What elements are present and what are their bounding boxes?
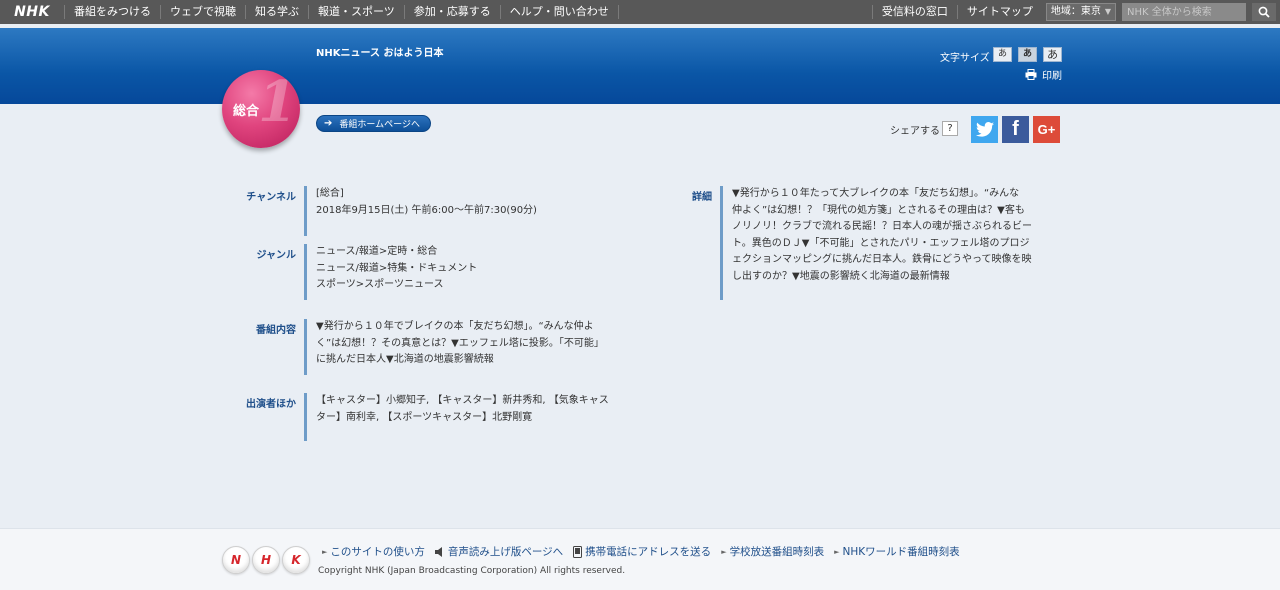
font-size-medium-button[interactable]: あ — [1018, 47, 1037, 62]
nhk-logo-letter: H — [252, 546, 280, 574]
section-divider — [304, 186, 307, 236]
nav-item-sitemap[interactable]: サイトマップ — [956, 5, 1042, 19]
footer-link-site-usage[interactable]: ► このサイトの使い方 — [322, 544, 425, 559]
search-button[interactable] — [1252, 3, 1276, 21]
channel-badge: 1 総合 — [222, 70, 300, 148]
chevron-down-icon: ▼ — [1104, 7, 1111, 16]
nav-item-reception-fee[interactable]: 受信料の窓口 — [871, 5, 957, 19]
details-info-value: ▼発行から１０年たって大ブレイクの本「友だち幻想」。“みんな 仲よく”は幻想！？… — [732, 188, 1032, 282]
nav-item-news-sports[interactable]: 報道・スポーツ — [308, 5, 404, 19]
details-info-label: 詳細 — [692, 192, 712, 203]
print-button[interactable]: 印刷 — [1025, 67, 1062, 82]
program-title: NHKニュース おはよう日本 — [316, 48, 444, 59]
font-size-label: 文字サイズ — [940, 53, 990, 64]
facebook-icon: f — [1012, 118, 1019, 140]
section-divider — [304, 319, 307, 375]
region-select[interactable]: 地域：東京 ▼ — [1045, 3, 1116, 21]
search-icon — [1258, 6, 1270, 18]
footer-nhk-logo[interactable]: N H K — [222, 546, 310, 574]
printer-icon — [1025, 69, 1037, 80]
nav-item-participate[interactable]: 参加・応募する — [403, 5, 500, 19]
nav-item-find-programs[interactable]: 番組をみつける — [64, 5, 160, 19]
top-navigation-bar: NHK 番組をみつける ウェブで視聴 知る学ぶ 報道・スポーツ 参加・応募する … — [0, 0, 1280, 24]
cast-info-value: 【キャスター】小郷知子, 【キャスター】新井秀和, 【気象キャス ター】南利幸,… — [316, 395, 609, 423]
section-divider — [304, 393, 307, 441]
copyright-text: Copyright NHK (Japan Broadcasting Corpor… — [318, 566, 626, 576]
nhk-logo-letter: N — [222, 546, 250, 574]
footer-links: ► このサイトの使い方 音声読み上げ版ページへ 携帯電話にアドレスを送る ► 学… — [322, 544, 960, 559]
footer — [0, 528, 1280, 590]
triangle-right-icon: ► — [322, 547, 328, 556]
nav-item-help[interactable]: ヘルプ・問い合わせ — [499, 5, 619, 19]
print-label: 印刷 — [1042, 71, 1062, 82]
share-help-button[interactable]: ? — [942, 121, 958, 136]
program-home-button[interactable]: ➔ 番組ホームページへ — [316, 115, 431, 132]
speaker-icon — [434, 546, 442, 557]
content-info-value: ▼発行から１０年でブレイクの本「友だち幻想」。“みんな仲よ く”は幻想！？その真… — [316, 321, 604, 365]
share-label: シェアする — [890, 126, 940, 137]
twitter-icon — [975, 122, 994, 137]
program-home-button-label: 番組ホームページへ — [339, 120, 420, 130]
genre-info-label: ジャンル — [256, 250, 297, 261]
footer-link-send-to-mobile[interactable]: 携帯電話にアドレスを送る — [573, 544, 711, 559]
section-divider — [304, 244, 307, 300]
nhk-logo[interactable]: NHK — [0, 0, 64, 24]
font-size-small-button[interactable]: あ — [993, 47, 1012, 62]
triangle-right-icon: ► — [834, 547, 840, 556]
googleplus-icon: G+ — [1037, 122, 1056, 137]
nav-item-learn[interactable]: 知る学ぶ — [245, 5, 308, 19]
footer-link-audio-version[interactable]: 音声読み上げ版ページへ — [434, 544, 563, 559]
nav-item-watch-web[interactable]: ウェブで視聴 — [160, 5, 245, 19]
triangle-right-icon: ► — [721, 547, 727, 556]
arrow-right-icon: ➔ — [324, 118, 333, 129]
channel-info-value: [総合] 2018年9月15日(土) 午前6:00〜午前7:30(90分) — [316, 188, 537, 216]
twitter-share-button[interactable] — [971, 116, 998, 143]
facebook-share-button[interactable]: f — [1002, 116, 1029, 143]
content-info-label: 番組内容 — [256, 325, 296, 336]
section-divider — [720, 186, 723, 300]
font-size-large-button[interactable]: あ — [1043, 47, 1062, 62]
program-header-band — [0, 28, 1280, 104]
genre-info-value: ニュース/報道>定時・総合 ニュース/報道>特集・ドキュメント スポーツ>スポー… — [316, 246, 478, 290]
channel-info-label: チャンネル — [246, 192, 296, 203]
cast-info-label: 出演者ほか — [246, 399, 296, 410]
googleplus-share-button[interactable]: G+ — [1033, 116, 1060, 143]
footer-link-school-schedule[interactable]: ► 学校放送番組時刻表 — [721, 544, 824, 559]
mobile-phone-icon — [573, 545, 583, 558]
region-select-value: 地域：東京 — [1050, 6, 1101, 17]
footer-link-world-schedule[interactable]: ► NHKワールド番組時刻表 — [834, 544, 960, 559]
channel-number: 1 — [258, 70, 297, 135]
nhk-logo-letter: K — [282, 546, 310, 574]
channel-label: 総合 — [233, 104, 260, 119]
search-input[interactable] — [1122, 3, 1246, 21]
